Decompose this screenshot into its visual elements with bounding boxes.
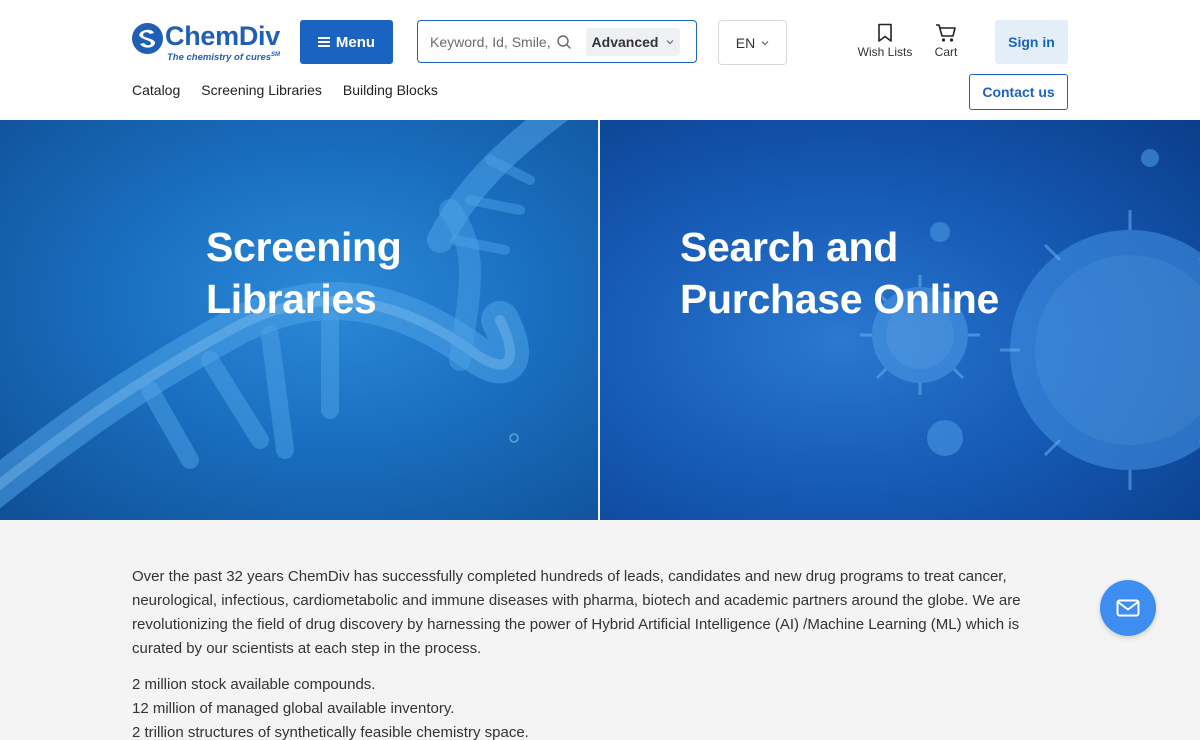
site-header: ChemDiv The chemistry of curesSM Menu Ad… <box>0 0 1200 120</box>
hero-title-screening-libraries: Screening Libraries <box>206 224 402 322</box>
hero-title-search-purchase: Search and Purchase Online <box>680 224 1000 322</box>
language-label: EN <box>735 34 756 51</box>
about-section: Over the past 32 years ChemDiv has succe… <box>132 565 1072 740</box>
search-bar: Advanced <box>417 20 697 63</box>
logo-mark-icon <box>132 23 163 54</box>
stat-item: 12 million of managed global available i… <box>132 700 455 717</box>
nav-item-building-blocks[interactable]: Building Blocks <box>343 82 438 98</box>
chevron-down-icon <box>667 39 674 44</box>
contact-mail-button[interactable] <box>1100 580 1156 636</box>
stat-item: 2 million stock available compounds. <box>132 676 376 693</box>
about-intro-text: Over the past 32 years ChemDiv has succe… <box>132 568 1021 657</box>
logo-tagline: The chemistry of curesSM <box>167 52 281 64</box>
menu-button-label: Menu <box>335 33 376 51</box>
main-nav: Catalog Screening Libraries Building Blo… <box>132 82 438 98</box>
logo-name: ChemDiv <box>165 21 280 51</box>
language-selector[interactable]: EN <box>718 20 787 65</box>
hamburger-icon <box>317 37 330 47</box>
contact-us-button[interactable]: Contact us <box>969 74 1068 110</box>
search-input[interactable] <box>430 33 552 50</box>
mail-icon <box>1116 599 1140 617</box>
search-icon[interactable] <box>556 34 572 50</box>
menu-button[interactable]: Menu <box>300 20 393 64</box>
chevron-down-icon <box>761 40 769 45</box>
wishlists-label: Wish Lists <box>857 45 913 59</box>
cart-label: Cart <box>934 45 958 59</box>
hero-banner: Screening Libraries Search and Purchase … <box>0 120 1200 520</box>
stats-list: 2 million stock available compounds. 12 … <box>132 673 1072 740</box>
nav-item-screening-libraries[interactable]: Screening Libraries <box>201 82 322 98</box>
screening-libraries-banner[interactable]: Screening Libraries <box>0 120 598 520</box>
cart-link[interactable]: Cart <box>930 23 962 59</box>
wishlists-link[interactable]: Wish Lists <box>857 23 913 59</box>
nav-item-catalog[interactable]: Catalog <box>132 82 180 98</box>
advanced-search-dropdown[interactable]: Advanced <box>586 27 680 56</box>
search-purchase-banner[interactable]: Search and Purchase Online <box>600 120 1200 520</box>
stat-item: 2 trillion structures of synthetically f… <box>132 724 529 740</box>
advanced-search-label: Advanced <box>591 33 659 50</box>
bookmark-icon <box>878 23 892 42</box>
cart-icon <box>936 24 956 42</box>
chemdiv-logo[interactable]: ChemDiv The chemistry of curesSM <box>132 22 282 64</box>
sign-in-button[interactable]: Sign in <box>995 20 1068 64</box>
